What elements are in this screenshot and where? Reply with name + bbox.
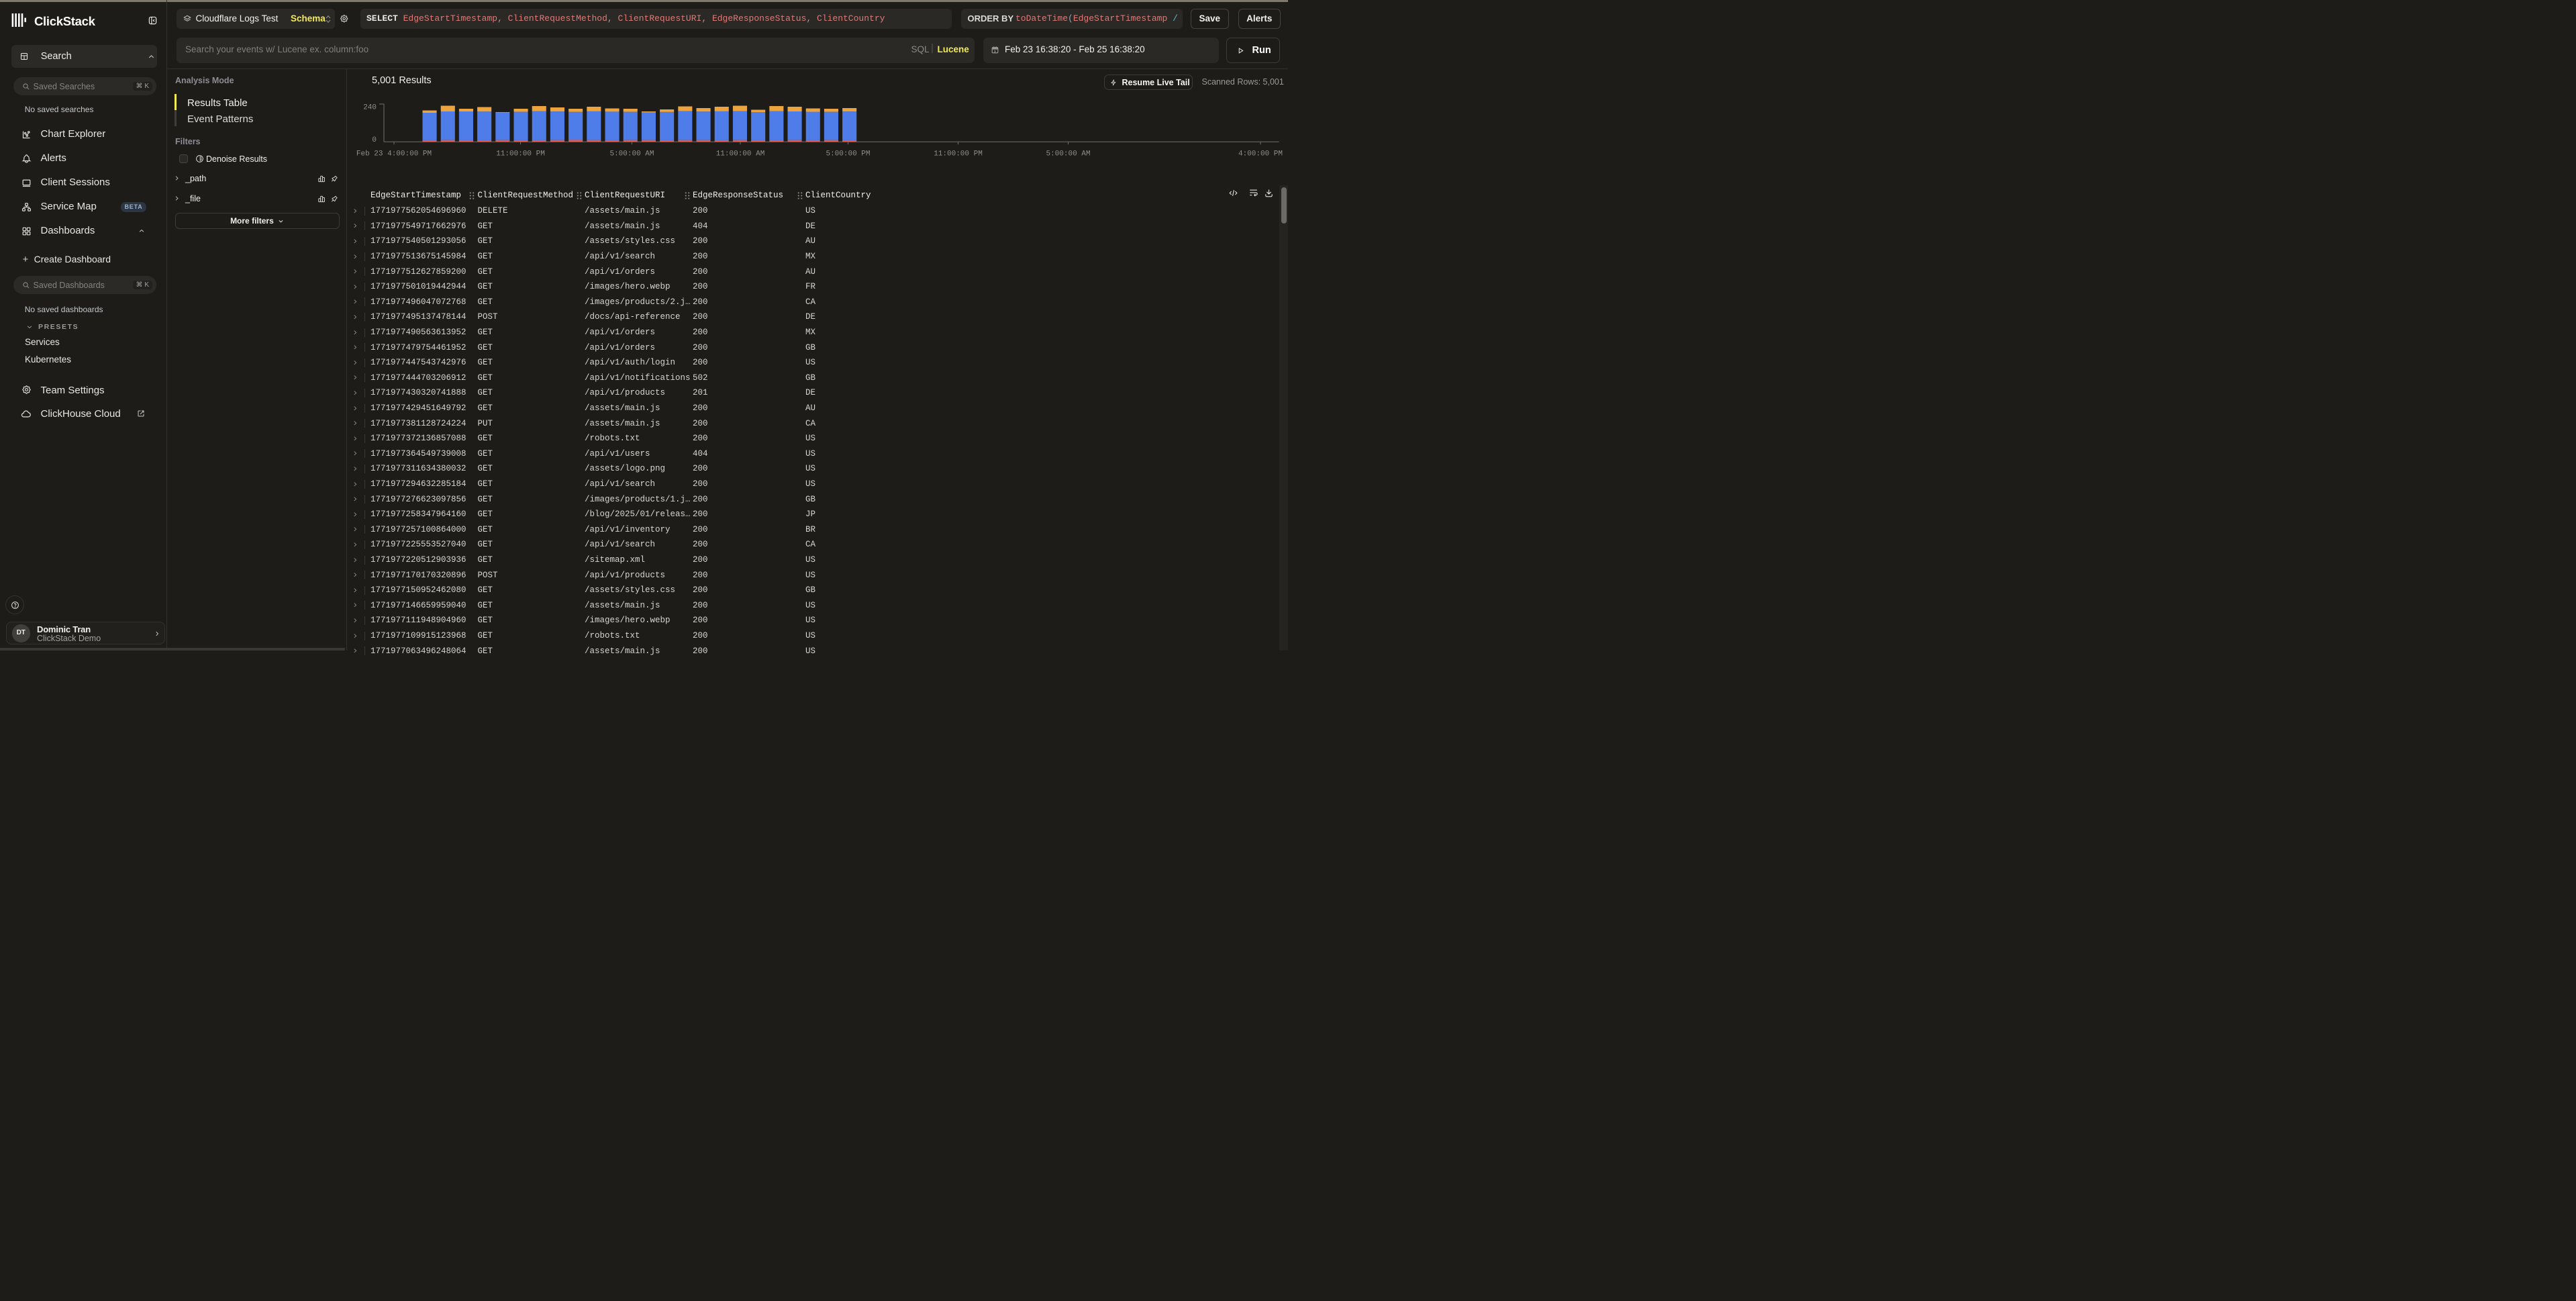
svg-text:4:00:00 PM: 4:00:00 PM bbox=[1238, 150, 1282, 158]
svg-text:5:00:00 PM: 5:00:00 PM bbox=[826, 150, 870, 158]
svg-text:11:00:00 PM: 11:00:00 PM bbox=[496, 150, 545, 158]
svg-text:11:00:00 PM: 11:00:00 PM bbox=[934, 150, 983, 158]
svg-text:5:00:00 AM: 5:00:00 AM bbox=[609, 150, 654, 158]
svg-text:11:00:00 AM: 11:00:00 AM bbox=[715, 150, 764, 158]
svg-text:Feb 23 4:00:00 PM: Feb 23 4:00:00 PM bbox=[356, 150, 431, 158]
svg-text:5:00:00 AM: 5:00:00 AM bbox=[1046, 150, 1090, 158]
svg-text:240: 240 bbox=[363, 104, 377, 112]
svg-text:0: 0 bbox=[372, 136, 377, 144]
